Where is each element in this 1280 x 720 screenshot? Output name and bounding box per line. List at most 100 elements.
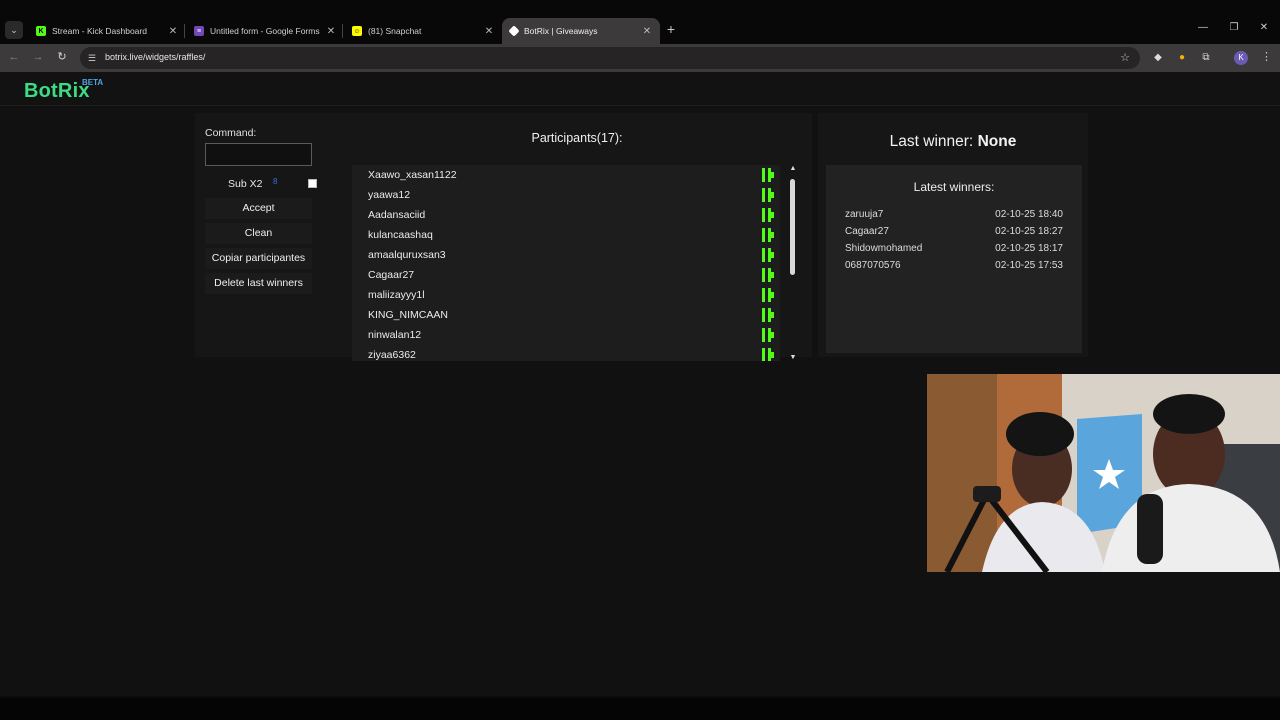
participant-name: yaawa12 [368, 189, 411, 201]
webcam-overlay [927, 374, 1280, 572]
participant-name: kulancaashaq [368, 229, 433, 241]
tab-divider [342, 24, 343, 38]
command-input[interactable] [205, 143, 312, 166]
close-icon[interactable]: ✕ [642, 26, 652, 37]
tab-title: BotRix | Giveaways [524, 26, 598, 36]
copy-participants-button[interactable]: Copiar participantes [205, 248, 312, 269]
sub-multiplier-checkbox[interactable] [308, 179, 317, 188]
list-item[interactable]: amaalquruxsan3 [352, 245, 780, 265]
snapchat-icon: ☺ [352, 26, 362, 36]
sub-multiplier-label: Sub X2 [228, 178, 263, 190]
site-info-icon[interactable]: ☰ [86, 52, 98, 64]
list-item[interactable]: ziyaa6362 [352, 345, 780, 361]
scrollbar-thumb[interactable] [790, 179, 795, 275]
table-row: 0687070576 02-10-25 17:53 [845, 260, 1063, 271]
table-row: Shidowmohamed 02-10-25 18:17 [845, 243, 1063, 254]
participant-name: ninwalan12 [368, 329, 422, 341]
scroll-up-icon[interactable]: ▲ [789, 165, 797, 172]
kick-icon: K [36, 26, 46, 36]
list-item[interactable]: kulancaashaq [352, 225, 780, 245]
extensions-puzzle-icon[interactable]: ⧉ [1199, 51, 1213, 65]
list-item[interactable]: ninwalan12 [352, 325, 780, 345]
restore-icon[interactable]: ❐ [1227, 22, 1241, 33]
tab-search-icon[interactable]: ⌄ [5, 21, 23, 39]
tab-botrix-giveaways[interactable]: BotRix | Giveaways ✕ [502, 18, 660, 44]
participant-name: Cagaar27 [368, 269, 415, 281]
menu-kebab-icon[interactable]: ⋮ [1261, 50, 1272, 63]
winner-name: Cagaar27 [845, 226, 889, 237]
list-item[interactable]: Cagaar27 [352, 265, 780, 285]
reload-icon[interactable]: ↻ [54, 49, 70, 65]
scroll-down-icon[interactable]: ▼ [789, 354, 797, 361]
raffle-panel: Command: Sub X2 8 Accept Clean Copiar pa… [195, 113, 812, 361]
tab-google-forms[interactable]: ≡ Untitled form - Google Forms ✕ [186, 18, 344, 44]
last-winner-label: Last winner: [889, 133, 974, 150]
tab-snapchat[interactable]: ☺ (81) Snapchat ✕ [344, 18, 502, 44]
last-winner-heading: Last winner: None [818, 133, 1088, 151]
forward-icon[interactable]: → [30, 49, 46, 65]
profile-avatar[interactable]: K [1234, 51, 1248, 65]
winner-date: 02-10-25 18:17 [995, 243, 1063, 254]
participant-name: KING_NIMCAAN [368, 309, 448, 321]
sub-multiplier-value[interactable]: 8 [273, 177, 277, 186]
beta-badge: BETA [82, 78, 104, 87]
list-item[interactable]: Xaawo_xasan1122 [352, 165, 780, 185]
list-item[interactable]: KING_NIMCAAN [352, 305, 780, 325]
participant-name: Xaawo_xasan1122 [368, 169, 457, 181]
participant-name: amaalquruxsan3 [368, 249, 446, 261]
tab-title: (81) Snapchat [368, 26, 422, 36]
back-icon[interactable]: ← [6, 49, 22, 65]
browser-toolbar: ← → ↻ ☰ botrix.live/widgets/raffles/ ☆ ◆… [0, 44, 1280, 72]
browser-tab-strip: ⌄ K Stream - Kick Dashboard ✕ ≡ Untitled… [0, 0, 1280, 44]
kick-icon [762, 348, 774, 361]
minimize-icon[interactable]: — [1196, 22, 1210, 33]
winner-date: 02-10-25 18:27 [995, 226, 1063, 237]
kick-icon [762, 228, 774, 242]
close-icon[interactable]: ✕ [168, 26, 178, 37]
tab-kick-dashboard[interactable]: K Stream - Kick Dashboard ✕ [28, 18, 186, 44]
delete-last-winners-button[interactable]: Delete last winners [205, 273, 312, 294]
bottom-strip [0, 698, 1280, 720]
new-tab-button[interactable]: + [664, 21, 678, 37]
kick-icon [762, 208, 774, 222]
list-item[interactable]: Aadansaciid [352, 205, 780, 225]
list-item[interactable]: yaawa12 [352, 185, 780, 205]
extension-diamond-icon[interactable]: ◆ [1151, 51, 1165, 65]
winner-name: 0687070576 [845, 260, 901, 271]
participants-list[interactable]: Xaawo_xasan1122 yaawa12 Aadansaciid kula… [352, 165, 780, 361]
app-header: BotRix BETA [0, 72, 1280, 106]
url-text[interactable]: botrix.live/widgets/raffles/ [105, 52, 205, 62]
forms-icon: ≡ [194, 26, 204, 36]
participants-title: Participants(17): [531, 131, 623, 145]
table-row: zaruuja7 02-10-25 18:40 [845, 209, 1063, 220]
accept-button[interactable]: Accept [205, 198, 312, 219]
raffle-controls: Command: Sub X2 8 Accept Clean Copiar pa… [205, 127, 317, 294]
participants-scrollbar[interactable]: ▲ ▼ [789, 165, 797, 361]
tab-title: Untitled form - Google Forms [210, 26, 320, 36]
kick-icon [762, 328, 774, 342]
botrix-logo[interactable]: BotRix [24, 80, 90, 103]
last-winner-value: None [977, 133, 1017, 150]
kick-icon [762, 288, 774, 302]
webcam-scene-image [927, 374, 1280, 572]
clean-button[interactable]: Clean [205, 223, 312, 244]
botrix-icon [508, 25, 520, 37]
extension-badge-icon[interactable]: ● [1175, 51, 1189, 65]
winner-date: 02-10-25 18:40 [995, 209, 1063, 220]
latest-winners-box: Latest winners: zaruuja7 02-10-25 18:40 … [826, 165, 1082, 353]
participant-name: ziyaa6362 [368, 349, 416, 361]
list-item[interactable]: maliizayyy1l [352, 285, 780, 305]
close-icon[interactable]: ✕ [484, 26, 494, 37]
latest-winners-title: Latest winners: [913, 180, 995, 194]
winner-panel: Last winner: None Latest winners: zaruuj… [818, 113, 1088, 357]
bookmark-star-icon[interactable]: ☆ [1120, 51, 1130, 64]
address-bar[interactable]: ☰ botrix.live/widgets/raffles/ ☆ [80, 47, 1140, 69]
kick-icon [762, 308, 774, 322]
tab-title: Stream - Kick Dashboard [52, 26, 147, 36]
close-window-icon[interactable]: ✕ [1257, 22, 1271, 33]
tab-divider [184, 24, 185, 38]
winner-date: 02-10-25 17:53 [995, 260, 1063, 271]
kick-icon [762, 168, 774, 182]
close-icon[interactable]: ✕ [326, 26, 336, 37]
command-label: Command: [205, 127, 257, 139]
